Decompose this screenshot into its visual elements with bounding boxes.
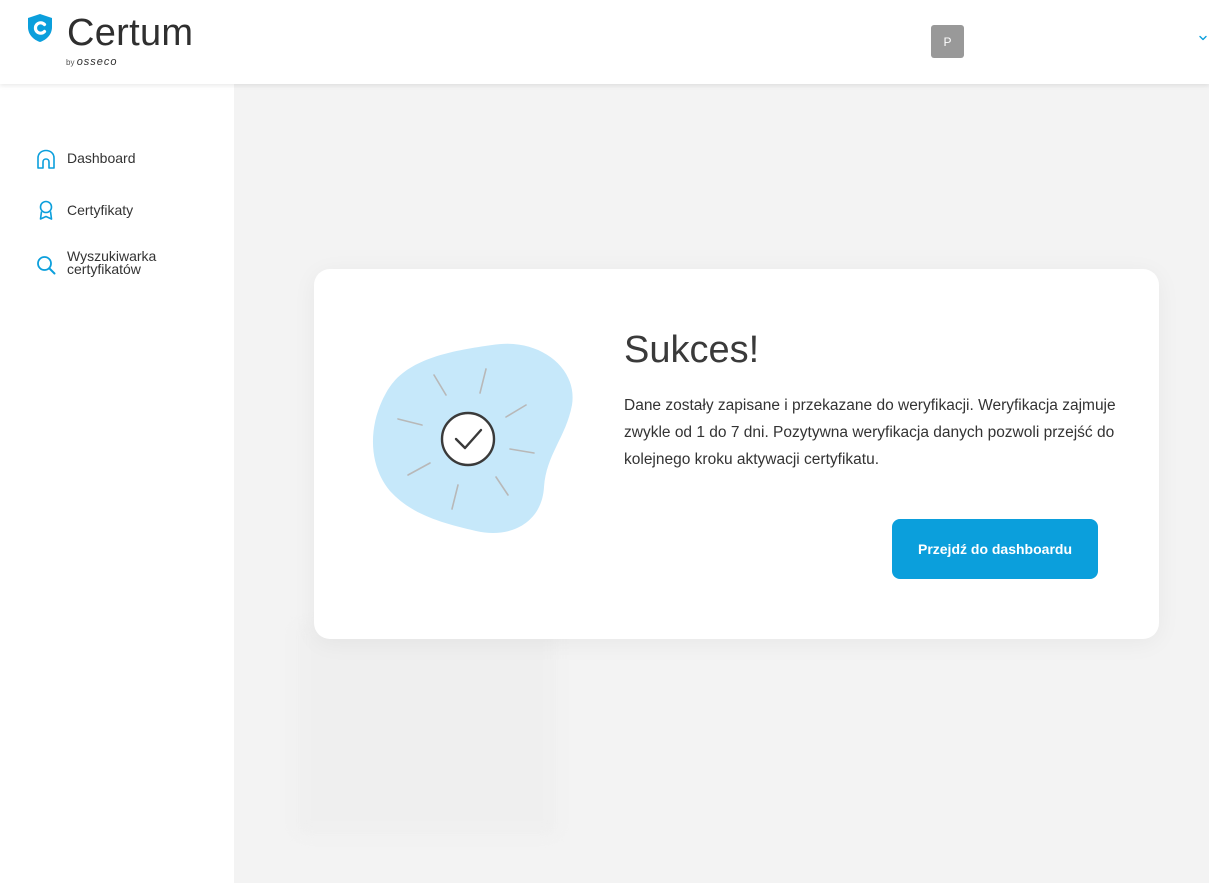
success-card: Sukces! Dane zostały zapisane i przekaza…	[314, 269, 1159, 639]
go-to-dashboard-button[interactable]: Przejdź do dashboardu	[892, 519, 1098, 579]
sidebar-item-label: Wyszukiwarka certyfikatów	[67, 248, 157, 277]
shield-c-icon	[28, 14, 52, 42]
check-circle-icon	[440, 411, 496, 467]
success-description: Dane zostały zapisane i przekazane do we…	[624, 397, 1116, 468]
main-content: Sukces! Dane zostały zapisane i przekaza…	[234, 84, 1209, 883]
award-icon	[39, 200, 53, 220]
page-title: Sukces!	[624, 329, 760, 371]
search-icon	[37, 256, 56, 275]
success-illustration	[372, 343, 573, 534]
sidebar-item-wyszukiwarka[interactable]: Wyszukiwarka certyfikatów	[35, 248, 177, 277]
user-avatar[interactable]: P	[931, 25, 964, 58]
parent-brand: osseco	[76, 56, 118, 68]
sidebar-item-label: Dashboard	[67, 150, 136, 166]
certum-logo[interactable]: Certum by osseco	[28, 12, 208, 70]
sidebar-item-label: Certyfikaty	[67, 202, 134, 218]
sidebar-item-certyfikaty[interactable]: Certyfikaty	[35, 199, 133, 221]
sidebar: Dashboard Certyfikaty Wyszukiwarka certy…	[0, 84, 234, 883]
by-label: by	[66, 58, 75, 67]
brand-byline: by osseco	[66, 56, 118, 68]
top-header: Certum by osseco P	[0, 0, 1209, 84]
sidebar-item-dashboard[interactable]: Dashboard	[35, 148, 136, 170]
chevron-down-icon[interactable]	[1197, 32, 1209, 44]
brand-name: Certum	[67, 12, 194, 54]
background-placeholder	[298, 624, 556, 834]
home-icon	[37, 149, 55, 169]
